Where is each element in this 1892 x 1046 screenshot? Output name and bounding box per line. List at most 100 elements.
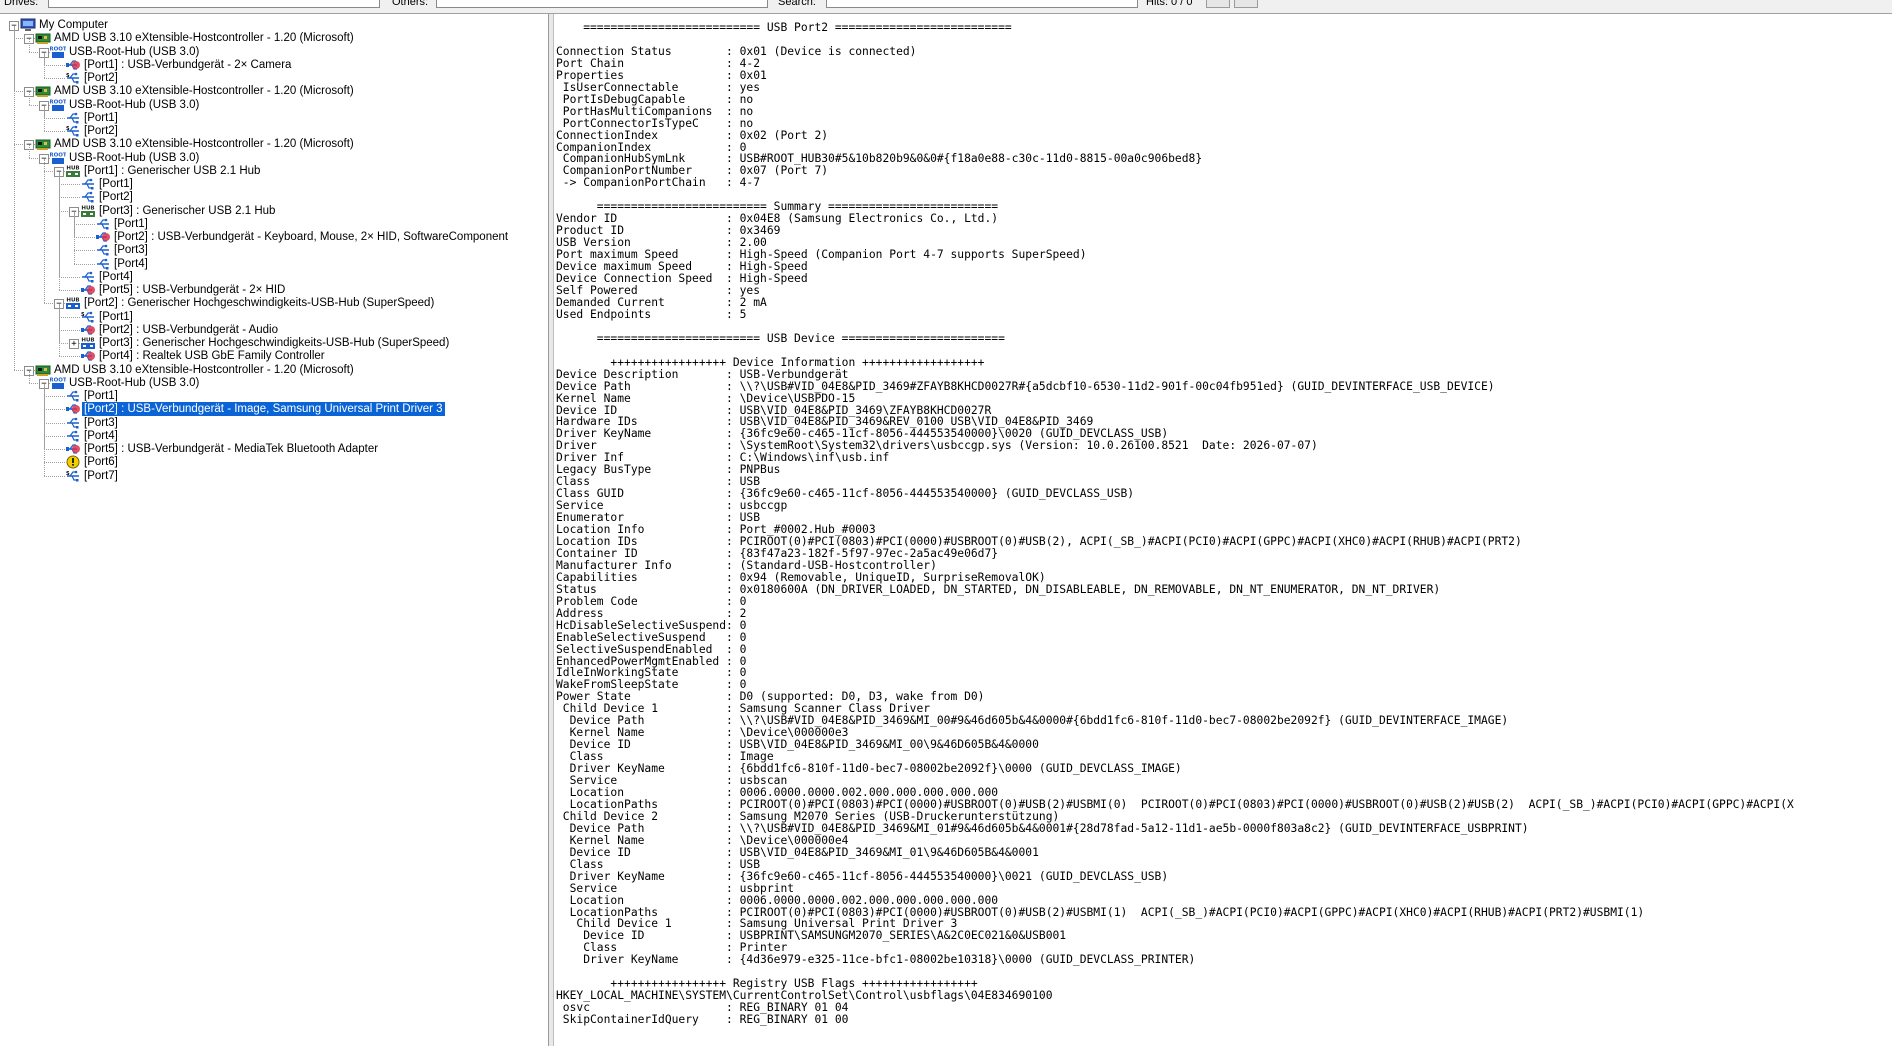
hub-icon: HUB	[80, 204, 96, 218]
tree-node-label[interactable]: [Port4]	[112, 257, 150, 271]
tree-node-label[interactable]: [Port3]	[112, 243, 150, 257]
usb-device-icon	[65, 58, 81, 72]
tree-node[interactable]: S [Port7]	[0, 469, 548, 485]
tree-node-label[interactable]: [Port3]	[82, 416, 120, 430]
root-hub-icon: ROOT	[49, 97, 67, 112]
pci-card-icon	[35, 137, 51, 151]
hub-ss-icon: HUB	[80, 336, 96, 350]
tree-node-label[interactable]: [Port2] : Generischer Hochgeschwindigkei…	[82, 296, 436, 310]
tree-node-label[interactable]: [Port5] : USB-Verbundgerät - MediaTek Bl…	[82, 442, 380, 456]
search-input[interactable]	[826, 0, 1138, 8]
usb-port-icon	[65, 389, 81, 403]
search-next-button[interactable]	[1234, 0, 1258, 8]
tree-node-label[interactable]: [Port2]	[97, 190, 135, 204]
usb-device-icon	[65, 402, 81, 416]
others-label: Others:	[392, 0, 429, 8]
tree-node-label[interactable]: [Port6]	[82, 455, 120, 469]
tree-node-label[interactable]: [Port1]	[97, 310, 135, 324]
tree-node-label[interactable]: USB-Root-Hub (USB 3.0)	[67, 98, 201, 112]
pci-card-icon	[35, 84, 51, 98]
usb-port-icon	[95, 217, 111, 231]
usb-port-icon	[95, 257, 111, 271]
drives-label: Drives:	[4, 0, 39, 8]
tree-node-label[interactable]: My Computer	[37, 18, 110, 32]
tree-node-label[interactable]: AMD USB 3.10 eXtensible-Hostcontroller -…	[52, 84, 356, 98]
hub-icon: HUB	[65, 164, 81, 178]
usb-device-icon	[80, 349, 96, 363]
tree-node-label[interactable]: [Port1] : Generischer USB 2.1 Hub	[82, 164, 262, 178]
tree-node-label[interactable]: AMD USB 3.10 eXtensible-Hostcontroller -…	[52, 137, 356, 151]
usb-device-icon	[80, 283, 96, 297]
usb-port-ss-icon: S	[65, 71, 81, 85]
tree-node-label[interactable]: USB-Root-Hub (USB 3.0)	[67, 45, 201, 59]
tree-node-label[interactable]: [Port2] : USB-Verbundgerät - Image, Sams…	[81, 401, 446, 418]
hits-count: Hits: 0 / 0	[1146, 0, 1193, 8]
tree-node-label[interactable]: [Port3] : Generischer USB 2.1 Hub	[97, 204, 277, 218]
usb-port-ss-icon: S	[65, 124, 81, 138]
tree-node-label[interactable]: USB-Root-Hub (USB 3.0)	[67, 151, 201, 165]
root-hub-icon: ROOT	[49, 375, 67, 390]
svg-text:HUB: HUB	[81, 205, 94, 211]
usb-port-ss-icon: S	[65, 469, 81, 483]
usb-port-ss-icon: S	[80, 310, 96, 324]
tree-node-label[interactable]: [Port1]	[82, 389, 120, 403]
tree-connector-line	[14, 26, 15, 370]
svg-text:S: S	[66, 126, 70, 132]
root-hub-icon: ROOT	[49, 44, 67, 59]
usb-port-icon	[80, 177, 96, 191]
tree-node-label[interactable]: [Port1]	[97, 177, 135, 191]
usb-port-icon	[65, 429, 81, 443]
tree-node-label[interactable]: [Port4] : Realtek USB GbE Family Control…	[97, 349, 327, 363]
hub-ss-icon: HUB	[65, 296, 81, 310]
tree-connector-line	[59, 171, 60, 290]
expand-icon[interactable]: +	[69, 339, 79, 349]
tree-connector-line	[44, 158, 45, 304]
usb-device-icon	[65, 442, 81, 456]
tree-node-label[interactable]: [Port1] : USB-Verbundgerät - 2× Camera	[82, 58, 293, 72]
computer-icon	[20, 18, 36, 32]
tree-node-label[interactable]: [Port1]	[112, 217, 150, 231]
tree-node-label[interactable]: USB-Root-Hub (USB 3.0)	[67, 376, 201, 390]
usb-port-icon	[95, 243, 111, 257]
search-toolbar: Drives: Others: Search: Hits: 0 / 0	[0, 0, 1892, 14]
root-hub-icon: ROOT	[49, 150, 67, 165]
search-prev-button[interactable]	[1206, 0, 1230, 8]
usb-device-icon	[80, 323, 96, 337]
tree-node-label[interactable]: [Port1]	[82, 111, 120, 125]
tree-node-label[interactable]: [Port7]	[82, 469, 120, 483]
usb-port-icon	[80, 270, 96, 284]
search-label: Search:	[778, 0, 816, 8]
drives-dropdown[interactable]	[48, 0, 380, 8]
device-details-text: ========================== USB Port2 ===…	[556, 21, 1794, 1027]
tree-node-label[interactable]: AMD USB 3.10 eXtensible-Hostcontroller -…	[52, 31, 356, 45]
svg-text:S: S	[81, 312, 85, 318]
usb-port-icon	[65, 416, 81, 430]
tree-node-label[interactable]: [Port2]	[82, 71, 120, 85]
tree-node-label[interactable]: [Port5] : USB-Verbundgerät - 2× HID	[97, 283, 287, 297]
pci-card-icon	[35, 31, 51, 45]
warning-icon	[65, 455, 81, 469]
pci-card-icon	[35, 363, 51, 377]
tree-node-label[interactable]: AMD USB 3.10 eXtensible-Hostcontroller -…	[52, 363, 356, 377]
tree-node-label[interactable]: [Port4]	[82, 429, 120, 443]
tree-node-label[interactable]: [Port2] : USB-Verbundgerät - Audio	[97, 323, 280, 337]
svg-text:ROOT: ROOT	[50, 377, 66, 383]
device-tree[interactable]: − My Computer − AMD USB 3.10 eXtensible-Hos…	[0, 14, 549, 1046]
usb-port-icon	[65, 111, 81, 125]
tree-node-label[interactable]: [Port4]	[97, 270, 135, 284]
tree-node-label[interactable]: [Port2] : USB-Verbundgerät - Keyboard, M…	[112, 230, 510, 244]
details-pane: ========================== USB Port2 ===…	[554, 14, 1892, 1046]
others-dropdown[interactable]	[436, 0, 768, 8]
usb-port-icon	[80, 190, 96, 204]
svg-text:ROOT: ROOT	[50, 152, 66, 158]
tree-node-label[interactable]: [Port3] : Generischer Hochgeschwindigkei…	[97, 336, 451, 350]
svg-text:S: S	[66, 73, 70, 79]
svg-text:HUB: HUB	[81, 338, 94, 344]
usb-device-icon	[95, 230, 111, 244]
tree-node-label[interactable]: [Port2]	[82, 124, 120, 138]
svg-text:HUB: HUB	[66, 165, 79, 171]
svg-text:ROOT: ROOT	[50, 46, 66, 52]
svg-text:S: S	[66, 471, 70, 477]
svg-text:HUB: HUB	[66, 298, 79, 304]
tree-connector-line	[44, 383, 45, 476]
